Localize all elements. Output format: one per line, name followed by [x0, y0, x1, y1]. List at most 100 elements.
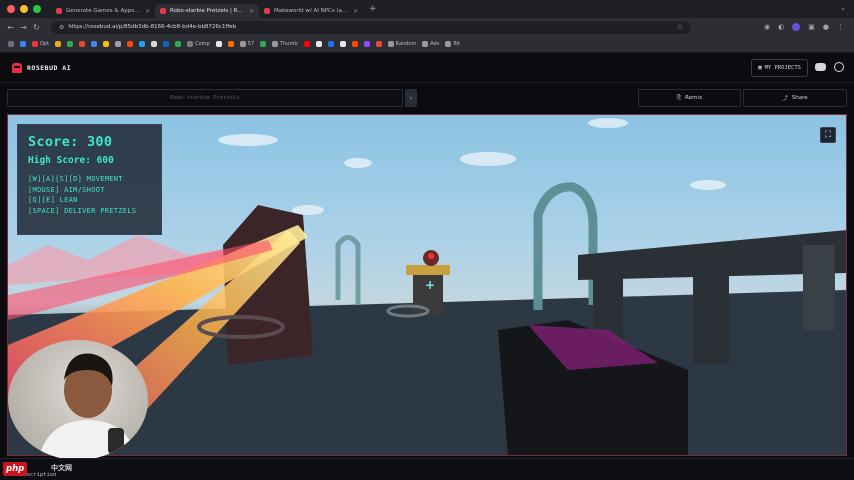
close-window-button[interactable]: [7, 5, 15, 13]
platform-pillar: [803, 245, 835, 330]
bookmark-item[interactable]: Bit: [445, 41, 460, 47]
bookmark-icon[interactable]: [103, 41, 110, 47]
control-hint: [MOUSE] AIM/SHOOT: [28, 185, 105, 194]
platform-pillar: [693, 270, 729, 365]
menu-kebab-icon[interactable]: ⋮: [837, 23, 844, 31]
remix-label: Remix: [685, 95, 703, 101]
bookmark-item[interactable]: Random: [387, 41, 416, 47]
extensions-puzzle-icon[interactable]: ▣: [808, 23, 815, 31]
reload-icon[interactable]: ↻: [30, 23, 43, 32]
bookmark-icon[interactable]: [303, 41, 310, 47]
bookmarks-bar: Opt Comp 57 Thumb Random Ads Bit: [0, 36, 854, 53]
bookmark-icon[interactable]: [363, 41, 370, 47]
bookmark-icon[interactable]: [175, 41, 182, 47]
project-title-input[interactable]: Robo-starbie Pretzels: [7, 89, 403, 107]
rosebud-favicon-icon: [264, 8, 270, 14]
project-title-text: Robo-starbie Pretzels: [170, 95, 240, 101]
back-icon[interactable]: ←: [4, 23, 17, 32]
url-text: https://rosebud.ai/p/85db3db-8166-4cb8-b…: [68, 24, 237, 30]
bookmark-star-icon[interactable]: ☆: [677, 23, 683, 31]
control-hint: [W][A][S][D] MOVEMENT: [28, 175, 123, 183]
watermark-logo: php: [3, 462, 28, 476]
close-tab-icon[interactable]: ×: [145, 8, 150, 15]
bookmark-icon[interactable]: [315, 41, 322, 47]
arch: [533, 182, 598, 310]
remix-icon: ⎘: [676, 94, 682, 101]
score-panel: Score: 300 High Score: 600 [W][A][S][D] …: [17, 124, 162, 235]
bookmark-icon[interactable]: [67, 41, 74, 47]
bookmark-icon[interactable]: [260, 41, 267, 47]
project-toolbar: Robo-starbie Pretzels › ⎘ Remix ⤴ Share: [0, 83, 854, 113]
bookmark-icon[interactable]: [351, 41, 358, 47]
rosebud-favicon-icon: [56, 8, 62, 14]
maximize-window-button[interactable]: [33, 5, 41, 13]
brand-name: ROSEBUD AI: [27, 63, 72, 72]
bookmark-icon[interactable]: [375, 41, 382, 47]
discord-icon[interactable]: [815, 63, 826, 71]
controls-list: [W][A][S][D] MOVEMENT [MOUSE] AIM/SHOOT …: [28, 175, 151, 215]
profile-icon[interactable]: ●: [823, 23, 829, 31]
forward-icon[interactable]: →: [17, 23, 30, 32]
rosebud-logo-icon: [12, 62, 22, 73]
extension-icons: ◉ ◐ ▣ ● ⋮: [764, 23, 844, 31]
close-tab-icon[interactable]: ×: [353, 8, 358, 15]
my-projects-label: MY PROJECTS: [764, 65, 801, 71]
share-icon: ⤴: [782, 96, 788, 102]
address-bar[interactable]: ⚙ https://rosebud.ai/p/85db3db-8166-4cb8…: [51, 20, 691, 34]
window-controls: [7, 5, 41, 13]
high-score-text: High Score: 600: [28, 155, 114, 166]
share-label: Share: [791, 95, 808, 101]
bookmark-icon[interactable]: [79, 41, 86, 47]
bookmark-icon[interactable]: [115, 41, 122, 47]
bookmark-item[interactable]: Opt: [32, 41, 49, 47]
brand-logo[interactable]: ROSEBUD AI: [12, 62, 72, 73]
tab-title: Makeworld w/ AI NPCs (and...: [274, 8, 349, 14]
expand-icon[interactable]: ⛶: [820, 127, 836, 143]
folder-icon: ▦: [758, 65, 762, 71]
browser-tab[interactable]: Makeworld w/ AI NPCs (and... ×: [259, 4, 363, 18]
share-button[interactable]: ⤴ Share: [743, 89, 847, 107]
bookmark-icon[interactable]: [20, 41, 26, 47]
tab-title: Robo-starbie Pretzels | Ro...: [170, 8, 245, 14]
bookmark-item[interactable]: 57: [239, 41, 254, 47]
bookmark-item[interactable]: Ads: [422, 41, 439, 47]
webcam-overlay: [8, 340, 148, 460]
bookmark-item[interactable]: Thumb: [272, 41, 298, 47]
browser-tab-strip: Generate Games & Apps with... × Robo-sta…: [0, 0, 854, 18]
score-text: Score: 300: [28, 134, 113, 150]
bookmark-icon[interactable]: [163, 41, 170, 47]
bookmark-icon[interactable]: [127, 41, 134, 47]
extension-icon[interactable]: ◉: [764, 23, 770, 31]
tab-search-icon[interactable]: ⌄: [840, 4, 846, 12]
browser-tab-active[interactable]: Robo-starbie Pretzels | Ro... ×: [155, 4, 259, 18]
chevron-right-icon[interactable]: ›: [405, 89, 417, 107]
account-icon[interactable]: [834, 62, 844, 72]
remix-button[interactable]: ⎘ Remix: [638, 89, 741, 107]
site-info-icon[interactable]: ⚙: [59, 24, 64, 31]
bookmark-icon[interactable]: [339, 41, 346, 47]
bookmark-item[interactable]: Comp: [187, 41, 210, 47]
browser-tab[interactable]: Generate Games & Apps with... ×: [51, 4, 155, 18]
app-header: ROSEBUD AI ▦ MY PROJECTS: [0, 53, 854, 83]
control-hint: [Q][E] LEAN: [28, 196, 78, 204]
extension-icon[interactable]: ◐: [778, 23, 784, 31]
bookmark-icon[interactable]: [91, 41, 98, 47]
new-tab-icon[interactable]: +: [369, 4, 377, 14]
apps-grid-icon[interactable]: [8, 41, 14, 47]
bookmark-icon[interactable]: [55, 41, 62, 47]
browser-toolbar: ← → ↻ ⚙ https://rosebud.ai/p/85db3db-816…: [0, 18, 854, 36]
bookmark-icon[interactable]: [139, 41, 146, 47]
minimize-window-button[interactable]: [20, 5, 28, 13]
presenter-silhouette: [38, 353, 138, 460]
bookmark-icon[interactable]: [151, 41, 158, 47]
clouds: [218, 118, 726, 215]
my-projects-button[interactable]: ▦ MY PROJECTS: [751, 59, 808, 77]
arch: [335, 235, 361, 305]
bookmark-icon[interactable]: [227, 41, 234, 47]
bookmark-icon[interactable]: [327, 41, 334, 47]
bookmark-icon[interactable]: [215, 41, 222, 47]
close-tab-icon[interactable]: ×: [249, 8, 254, 15]
control-hint: [SPACE] DELIVER PRETZELS: [28, 206, 137, 215]
rosebud-favicon-icon: [160, 8, 166, 14]
extension-avatar-icon[interactable]: [792, 23, 801, 31]
